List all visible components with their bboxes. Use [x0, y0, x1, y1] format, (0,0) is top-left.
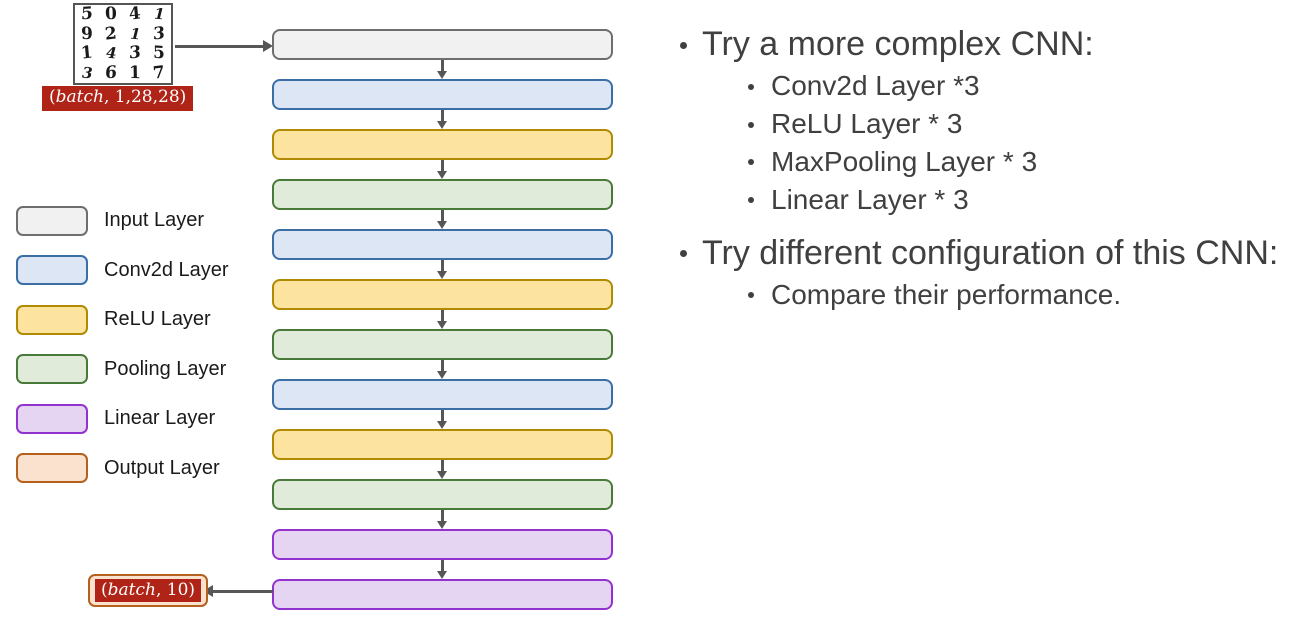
legend-swatch [16, 255, 88, 286]
bullet-heading-2-text: Try different configuration of this CNN: [702, 233, 1279, 272]
legend-swatch [16, 453, 88, 484]
flow-arrow-down-icon [272, 360, 613, 379]
output-shape-badge: (batch, 10) [95, 579, 202, 603]
bullet-dot-icon [748, 292, 754, 299]
mnist-digit: 7 [152, 62, 166, 84]
bullet-heading-2: Try different configuration of this CNN: [676, 233, 1296, 274]
bullet-group-spacer [676, 219, 1296, 233]
flow-box-linear-layer [272, 529, 613, 560]
flow-box-relu-layer [272, 129, 613, 160]
input-shape-open: ( [49, 87, 56, 107]
bullet-item-text: MaxPooling Layer * 3 [771, 146, 1038, 178]
mnist-digit: 2 [104, 23, 118, 45]
bullet-dot-icon [748, 159, 754, 166]
output-shape-dims: , 10) [155, 580, 196, 600]
flow-box-relu-layer [272, 279, 613, 310]
bullet-item-text: Linear Layer * 3 [771, 183, 969, 215]
mnist-digit: 6 [104, 62, 118, 84]
output-connector-arrow [203, 585, 273, 599]
flow-box-conv2d-layer [272, 229, 613, 260]
flow-arrow-down-icon [272, 60, 613, 79]
bullet-dot-icon [680, 250, 687, 258]
legend-label: Linear Layer [104, 407, 216, 430]
mnist-digit: 3 [152, 23, 166, 45]
arrow-line [213, 590, 273, 593]
legend-label: ReLU Layer [104, 308, 211, 331]
flow-arrow-down-icon [272, 410, 613, 429]
mnist-digit: 4 [128, 3, 142, 25]
bullet-dot-icon [748, 121, 754, 128]
output-shape-box: (batch, 10) [88, 574, 209, 608]
mnist-digit: 4 [103, 43, 119, 63]
flow-box-linear-layer [272, 579, 613, 610]
mnist-digit: 0 [104, 3, 118, 25]
legend-label: Pooling Layer [104, 357, 227, 380]
mnist-digit-grid: 5041921314353617 [73, 3, 173, 85]
bullet-list: Try a more complex CNN: Conv2d Layer *3 R… [676, 24, 1296, 314]
flow-arrow-down-icon [272, 260, 613, 279]
cnn-flow-diagram [272, 29, 613, 610]
bullet-item-text: Conv2d Layer *3 [771, 70, 980, 102]
legend-swatch [16, 403, 88, 434]
legend-row: ReLU Layer [16, 295, 229, 345]
legend-row: Pooling Layer [16, 345, 229, 395]
flow-box-input-layer [272, 29, 613, 60]
arrow-line [175, 45, 263, 48]
bullet-dot-icon [748, 197, 754, 204]
bullet-item: Compare their performance. [676, 276, 1296, 314]
flow-box-pooling-layer [272, 329, 613, 360]
bullet-sublist-1: Conv2d Layer *3 ReLU Layer * 3 MaxPooling … [676, 67, 1296, 218]
flow-arrow-down-icon [272, 310, 613, 329]
flow-arrow-down-icon [272, 560, 613, 579]
flow-arrow-down-icon [272, 110, 613, 129]
layer-legend: Input Layer Conv2d Layer ReLU Layer Pooling… [16, 196, 229, 493]
input-shape-batch: batch [55, 87, 104, 107]
bullet-item: MaxPooling Layer * 3 [676, 143, 1296, 181]
output-shape-batch: batch [107, 580, 156, 600]
mnist-digit: 1 [128, 62, 142, 84]
legend-label: Conv2d Layer [104, 258, 229, 281]
bullet-item: Linear Layer * 3 [676, 181, 1296, 219]
flow-arrow-down-icon [272, 460, 613, 479]
flow-box-relu-layer [272, 429, 613, 460]
output-shape-open: ( [101, 580, 108, 600]
mnist-digit: 1 [151, 4, 167, 24]
flow-arrow-down-icon [272, 510, 613, 529]
mnist-digit: 5 [152, 42, 166, 64]
legend-swatch [16, 304, 88, 335]
legend-swatch [16, 205, 88, 236]
bullet-dot-icon [680, 41, 687, 49]
legend-row: Input Layer [16, 196, 229, 246]
bullet-item-text: ReLU Layer * 3 [771, 108, 963, 140]
mnist-digit: 5 [80, 3, 94, 25]
mnist-digit: 9 [80, 23, 94, 45]
bullet-dot-icon [748, 83, 754, 90]
legend-row: Linear Layer [16, 394, 229, 444]
flow-arrow-down-icon [272, 210, 613, 229]
mnist-digit: 1 [80, 42, 94, 64]
input-shape-badge: (batch, 1,28,28) [42, 86, 194, 111]
bullet-sublist-2: Compare their performance. [676, 276, 1296, 314]
legend-label: Output Layer [104, 456, 220, 479]
legend-label: Input Layer [104, 209, 205, 232]
bullet-item-text: Compare their performance. [771, 279, 1122, 311]
legend-row: Conv2d Layer [16, 246, 229, 296]
bullet-item: Conv2d Layer *3 [676, 67, 1296, 105]
mnist-digit: 3 [128, 42, 142, 64]
flow-box-pooling-layer [272, 179, 613, 210]
flow-arrow-down-icon [272, 160, 613, 179]
input-shape-dims: , 1,28,28) [103, 87, 187, 107]
mnist-digit: 1 [127, 24, 143, 44]
bullet-item: ReLU Layer * 3 [676, 105, 1296, 143]
flow-box-pooling-layer [272, 479, 613, 510]
bullet-heading-1-text: Try a more complex CNN: [702, 25, 1094, 63]
flow-box-conv2d-layer [272, 379, 613, 410]
legend-swatch [16, 354, 88, 385]
flow-box-conv2d-layer [272, 79, 613, 110]
legend-row: Output Layer [16, 444, 229, 494]
bullet-heading-1: Try a more complex CNN: [676, 24, 1296, 65]
input-connector-arrow [175, 40, 273, 54]
mnist-digit: 3 [79, 63, 95, 83]
